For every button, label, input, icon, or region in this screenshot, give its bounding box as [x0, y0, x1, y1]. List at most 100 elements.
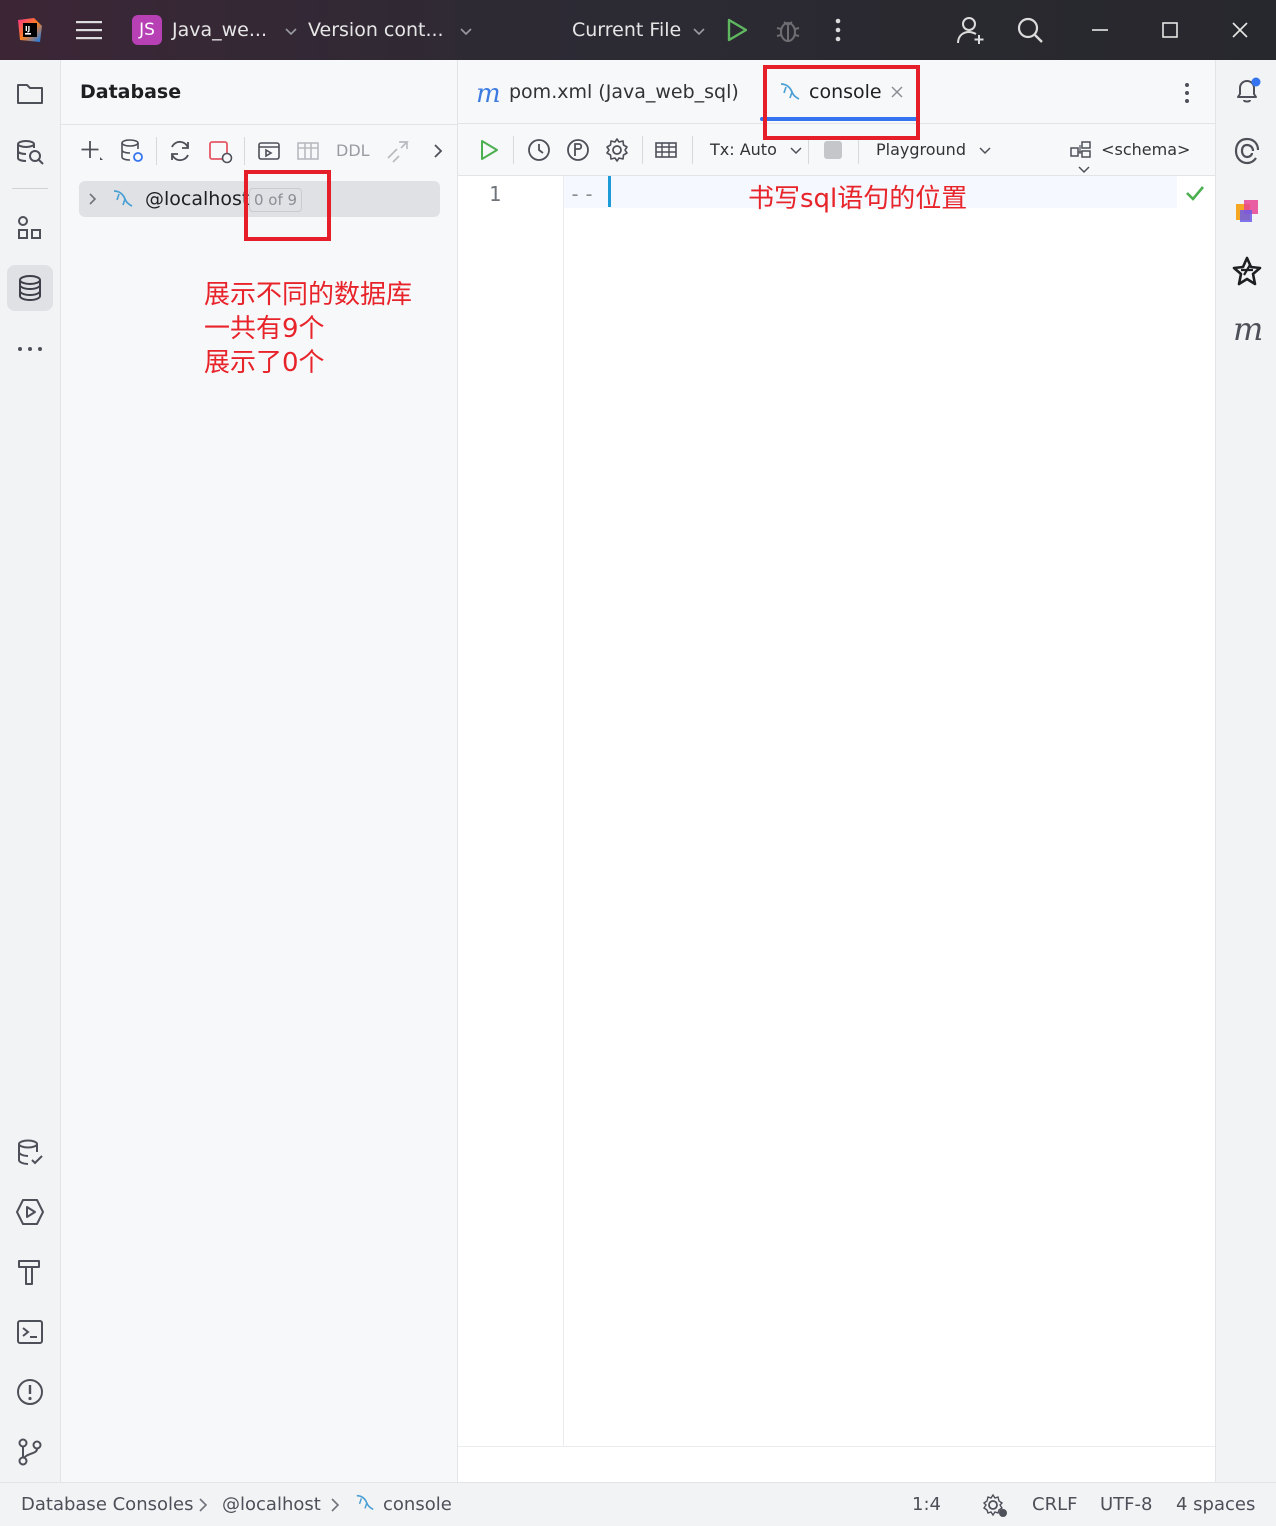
git-settings-icon[interactable] [982, 1492, 1008, 1518]
chevron-down-icon [1078, 166, 1090, 174]
minimize-icon[interactable] [1090, 20, 1110, 40]
jump-to-console-icon[interactable] [256, 138, 282, 164]
schema-label: <schema> [1101, 140, 1191, 159]
annotation-database-list: 展示不同的数据库 一共有9个 展示了0个 [204, 278, 412, 380]
notifications-bell-icon[interactable] [1232, 76, 1262, 106]
intellij-logo-icon[interactable]: IJ [16, 16, 44, 44]
annotation-sql-area: 书写sql语句的位置 [748, 184, 968, 214]
status-bar: Database Consoles @localhost console 1:4… [0, 1482, 1276, 1526]
breadcrumb-database-consoles[interactable]: Database Consoles [21, 1494, 193, 1515]
chevron-down-icon [979, 147, 991, 155]
close-window-icon[interactable] [1230, 20, 1250, 40]
panel-title: Database [80, 81, 182, 103]
breadcrumb-console[interactable]: console [383, 1494, 452, 1515]
problems-icon[interactable] [15, 1377, 45, 1407]
title-bar: IJ JS Java_we... Version cont... Current… [0, 0, 1276, 60]
maximize-icon[interactable] [1160, 20, 1180, 40]
debug-icon[interactable] [775, 16, 801, 44]
indent-setting[interactable]: 4 spaces [1176, 1494, 1255, 1515]
toolbar-separator [642, 136, 643, 164]
database-icon[interactable] [15, 273, 45, 303]
code-line[interactable]: -- [569, 182, 597, 206]
chevron-down-icon [790, 147, 802, 155]
project-selector[interactable]: Java_we... [172, 19, 297, 41]
run-config-selector[interactable]: Current File [572, 19, 705, 41]
disconnect-icon[interactable] [207, 138, 233, 164]
breadcrumb-localhost[interactable]: @localhost [222, 1494, 321, 1515]
run-config-label: Current File [572, 19, 682, 41]
search-icon[interactable] [1016, 16, 1044, 44]
tree-item-label: @localhost [145, 188, 250, 210]
run-icon[interactable] [726, 18, 748, 42]
line-number: 1 [489, 182, 502, 206]
chevron-down-icon [693, 28, 705, 36]
refresh-icon[interactable] [167, 138, 193, 164]
services-icon[interactable] [15, 1197, 45, 1227]
history-icon[interactable] [526, 137, 552, 163]
main-menu-icon[interactable] [76, 20, 102, 40]
more-vertical-icon[interactable] [834, 18, 842, 42]
caret-position[interactable]: 1:4 [912, 1494, 941, 1515]
mysql-dolphin-icon [356, 1494, 374, 1511]
toolbar-separator [156, 137, 157, 165]
database-panel: Database DDL @localhost 0 of 9 展示不同的数据库 … [61, 60, 458, 1482]
settings-gear-icon[interactable] [604, 137, 630, 163]
navigate-icon[interactable] [385, 138, 411, 164]
annotation-line: 一共有9个 [204, 314, 325, 344]
editor-area: m pom.xml (Java_web_sql) console Tx: Aut… [458, 60, 1215, 1482]
project-name: Java_we... [172, 19, 267, 41]
toolbar-separator [513, 136, 514, 164]
project-badge[interactable]: JS [132, 15, 162, 45]
line-ending[interactable]: CRLF [1032, 1494, 1077, 1515]
chevron-right-icon [199, 1498, 208, 1512]
add-user-icon[interactable] [956, 15, 986, 45]
vcs-selector[interactable]: Version cont... [308, 19, 472, 41]
left-tool-strip [0, 60, 61, 1482]
annotation-line: 展示不同的数据库 [204, 280, 413, 310]
table-view-icon[interactable] [295, 138, 321, 164]
toolbar-separator [244, 137, 245, 165]
maven-icon[interactable]: m [1233, 310, 1263, 348]
folder-icon[interactable] [15, 78, 45, 108]
plugin-star-icon[interactable] [1232, 256, 1262, 286]
toolbar-separator [858, 136, 859, 164]
add-icon[interactable] [79, 138, 105, 164]
database-explorer-icon[interactable] [15, 137, 45, 167]
right-tool-strip: m [1215, 60, 1276, 1482]
database-toolbar: DDL [61, 124, 458, 176]
ai-assistant-icon[interactable] [1232, 136, 1262, 166]
strip-separator [12, 188, 48, 189]
marketplace-plugin-icon[interactable] [1232, 196, 1262, 226]
transaction-mode-dropdown[interactable]: Tx: Auto [710, 140, 802, 159]
data-source-properties-icon[interactable] [119, 138, 145, 164]
svg-text:IJ: IJ [25, 25, 30, 33]
terminal-icon[interactable] [15, 1317, 45, 1347]
toolbar-separator [692, 136, 693, 164]
more-vertical-icon[interactable] [1183, 82, 1191, 104]
highlight-box-count [244, 170, 331, 241]
chevron-down-icon [460, 28, 472, 36]
file-encoding[interactable]: UTF-8 [1100, 1494, 1152, 1515]
more-tools-icon[interactable] [15, 334, 45, 364]
structure-icon[interactable] [15, 214, 45, 244]
playground-label: Playground [876, 140, 966, 159]
highlight-box-console-tab [763, 65, 920, 140]
stop-button[interactable] [824, 141, 842, 159]
schema-dropdown[interactable]: <schema> [1070, 140, 1215, 178]
output-table-icon[interactable] [653, 137, 679, 163]
parameters-icon[interactable] [565, 137, 591, 163]
chevron-right-icon[interactable] [425, 138, 451, 164]
git-icon[interactable] [15, 1437, 45, 1467]
maven-m-icon: m [476, 79, 501, 109]
execute-icon[interactable] [476, 137, 502, 163]
playground-dropdown[interactable]: Playground [876, 140, 991, 159]
chevron-down-icon [285, 28, 297, 36]
chevron-right-icon[interactable] [87, 193, 97, 205]
check-icon[interactable] [1184, 184, 1206, 202]
database-changes-icon[interactable] [15, 1138, 45, 1168]
ddl-button[interactable]: DDL [336, 141, 370, 160]
line-gutter [458, 176, 564, 1446]
tx-label: Tx: Auto [710, 140, 777, 159]
build-icon[interactable] [15, 1257, 45, 1287]
editor-footer [458, 1446, 1215, 1482]
